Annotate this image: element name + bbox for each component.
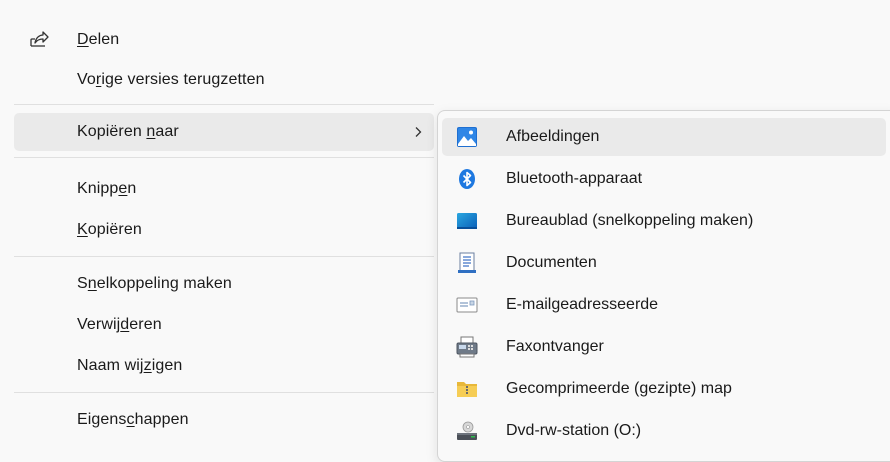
menu-item-copy[interactable]: Kopiëren [0,211,434,249]
submenu-item-label: Afbeeldingen [506,128,600,145]
submenu-item-label: Documenten [506,254,597,271]
menu-item-copy-to[interactable]: Kopiëren naar [14,113,434,151]
menu-item-label: Kopiëren naar [77,123,179,140]
menu-item-label: Eigenschappen [77,411,189,428]
submenu-item-label: Faxontvanger [506,338,604,355]
menu-separator [14,392,434,393]
submenu-item-label: Dvd-rw-station (O:) [506,422,642,439]
share-icon [30,31,49,47]
menu-item-label: Knippen [77,180,137,197]
zip-folder-icon [457,382,477,397]
submenu-item-label: E-mailgeadresseerde [506,296,659,313]
dvd-drive-icon [457,421,477,440]
menu-separator [14,104,434,105]
fax-icon [456,336,478,358]
menu-item-properties[interactable]: Eigenschappen [0,401,434,439]
documents-icon [458,252,476,273]
menu-item-create-shortcut[interactable]: Snelkoppeling maken [0,265,434,303]
bluetooth-icon [459,169,475,189]
menu-item-label: Delen [77,31,120,48]
menu-item-label: Verwijderen [77,316,162,333]
submenu-item-label: Gecomprimeerde (gezipte) map [506,380,732,397]
pictures-icon [457,127,477,147]
desktop-icon [457,213,477,229]
menu-item-share[interactable]: Delen [0,21,434,59]
menu-item-label: Naam wijzigen [77,357,183,374]
menu-item-label: Vorige versies terugzetten [77,71,265,88]
submenu-item-fax[interactable]: Faxontvanger [442,328,886,366]
submenu-item-pictures[interactable]: Afbeeldingen [442,118,886,156]
menu-item-restore-previous-versions[interactable]: Vorige versies terugzetten [0,61,434,99]
menu-item-rename[interactable]: Naam wijzigen [0,347,434,385]
submenu-item-documents[interactable]: Documenten [442,244,886,282]
mail-recipient-icon [456,297,478,313]
submenu-item-label: Bluetooth-apparaat [506,170,643,187]
submenu-item-zip-folder[interactable]: Gecomprimeerde (gezipte) map [442,370,886,408]
submenu-item-dvd-drive[interactable]: Dvd-rw-station (O:) [442,412,886,450]
menu-item-delete[interactable]: Verwijderen [0,306,434,344]
copy-to-submenu: Afbeeldingen Bluetooth-apparaat Bureaubl… [437,110,890,462]
menu-separator [14,157,434,158]
submenu-item-bluetooth[interactable]: Bluetooth-apparaat [442,160,886,198]
menu-separator [14,256,434,257]
submenu-item-label: Bureaublad (snelkoppeling maken) [506,212,754,229]
submenu-item-desktop[interactable]: Bureaublad (snelkoppeling maken) [442,202,886,240]
menu-item-label: Kopiëren [77,221,142,238]
context-menu: Delen Vorige versies terugzetten Kopiëre… [0,0,443,447]
chevron-right-icon [415,127,422,137]
submenu-item-mail-recipient[interactable]: E-mailgeadresseerde [442,286,886,324]
menu-item-label: Snelkoppeling maken [77,275,232,292]
menu-item-cut[interactable]: Knippen [0,170,434,208]
